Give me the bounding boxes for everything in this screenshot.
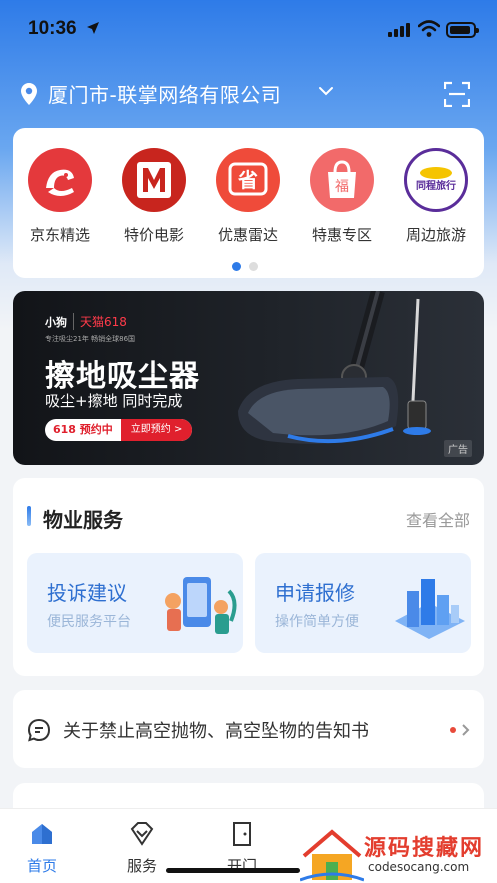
home-indicator (166, 868, 300, 873)
svg-text:省: 省 (237, 168, 258, 192)
property-service-card: 物业服务 查看全部 投诉建议 便民服务平台 申请报修 操作简单方便 (13, 478, 484, 676)
location-pin-icon (21, 83, 37, 105)
movie-m-icon (122, 148, 186, 212)
vacuum-product-image (238, 291, 431, 444)
wifi-icon (418, 20, 440, 37)
message-bubble-icon (27, 718, 51, 742)
promo-status: 618 预约中 (53, 423, 113, 436)
status-bar: 10:36 (0, 0, 497, 60)
quick-nav-label: 特价电影 (123, 226, 184, 244)
ad-banner[interactable]: 小狗 天猫618 专注吸尘21年 畅销全球86国 擦地吸尘器 吸尘+擦地 同时完… (13, 291, 484, 465)
diamond-icon (130, 822, 154, 846)
watermark: 源码搜藏网 codesocang.com (298, 826, 497, 883)
quick-nav-label: 京东精选 (29, 226, 90, 244)
gift-bag-icon: 福 (310, 148, 374, 212)
tab-label: 服务 (126, 857, 157, 875)
notice-card[interactable]: 关于禁止高空抛物、高空坠物的告知书 (13, 690, 484, 768)
chevron-down-icon[interactable] (318, 86, 334, 96)
buildings-illustration-icon (395, 579, 465, 639)
watermark-house-logo-icon (300, 829, 364, 882)
location-arrow-icon (87, 22, 99, 34)
complaint-illustration-icon (165, 577, 237, 634)
quick-nav-radar[interactable]: 省 优惠雷达 (203, 148, 293, 245)
section-title: 物业服务 (43, 508, 123, 532)
service-name: 投诉建议 (47, 581, 127, 605)
quick-nav-movie[interactable]: 特价电影 (109, 148, 199, 245)
watermark-url: codesocang.com (368, 860, 470, 874)
quick-nav-travel[interactable]: 同程旅行 周边旅游 (391, 148, 481, 245)
service-desc: 便民服务平台 (47, 614, 131, 630)
scan-icon[interactable] (444, 81, 470, 107)
promo-cta[interactable]: 立即预约 > (120, 419, 193, 441)
notice-text[interactable]: 关于禁止高空抛物、高空坠物的告知书 (63, 717, 369, 743)
banner-brand: 小狗 天猫618 (45, 313, 127, 330)
discount-icon: 省 (216, 148, 280, 212)
chevron-right-icon[interactable] (461, 723, 470, 737)
home-icon (32, 824, 52, 844)
watermark-title: 源码搜藏网 (364, 836, 485, 861)
travel-icon: 同程旅行 (404, 148, 468, 212)
banner-subtitle: 吸尘+擦地 同时完成 (45, 392, 183, 410)
section-accent-bar (27, 506, 31, 526)
jd-dog-icon (28, 148, 92, 212)
quick-nav-deals[interactable]: 福 特惠专区 (297, 148, 387, 245)
status-time: 10:36 (28, 18, 77, 39)
svg-text:福: 福 (335, 179, 349, 195)
quick-nav-card: 京东精选 特价电影 省 优惠雷达 福 特惠专区 同程旅行 周边旅游 (13, 128, 484, 278)
tab-label: 首页 (26, 857, 57, 875)
banner-title: 擦地吸尘器 (45, 359, 200, 394)
location-header[interactable]: 厦门市-联掌网络有限公司 (0, 74, 497, 114)
quick-nav-jd[interactable]: 京东精选 (15, 148, 105, 245)
quick-nav-label: 特惠专区 (311, 226, 372, 244)
battery-icon (446, 22, 479, 38)
tab-service[interactable]: 服务 (112, 821, 172, 876)
door-icon (233, 822, 251, 846)
page-dot-active (232, 262, 241, 271)
ad-label: 广告 (444, 440, 472, 457)
service-name: 申请报修 (275, 581, 355, 605)
page-dot (249, 262, 258, 271)
quick-nav-label: 周边旅游 (405, 226, 466, 244)
banner-brand-sub: 专注吸尘21年 畅销全球86国 (45, 335, 136, 343)
signal-icon (388, 23, 410, 37)
tmall-618-label: 天猫618 (73, 313, 127, 330)
banner-promo-button[interactable]: 618 预约中 立即预约 > (45, 419, 193, 441)
repair-request-button[interactable]: 申请报修 操作简单方便 (255, 553, 471, 653)
unread-dot (450, 727, 456, 733)
service-desc: 操作简单方便 (275, 614, 359, 630)
page-indicator (232, 256, 266, 275)
quick-nav-label: 优惠雷达 (217, 226, 278, 244)
tab-home[interactable]: 首页 (12, 821, 72, 876)
svg-text:同程旅行: 同程旅行 (416, 179, 456, 192)
view-all-link[interactable]: 查看全部 (406, 507, 470, 531)
brand-logo: 小狗 (45, 315, 67, 329)
location-name[interactable]: 厦门市-联掌网络有限公司 (48, 79, 281, 108)
complaint-suggestion-button[interactable]: 投诉建议 便民服务平台 (27, 553, 243, 653)
